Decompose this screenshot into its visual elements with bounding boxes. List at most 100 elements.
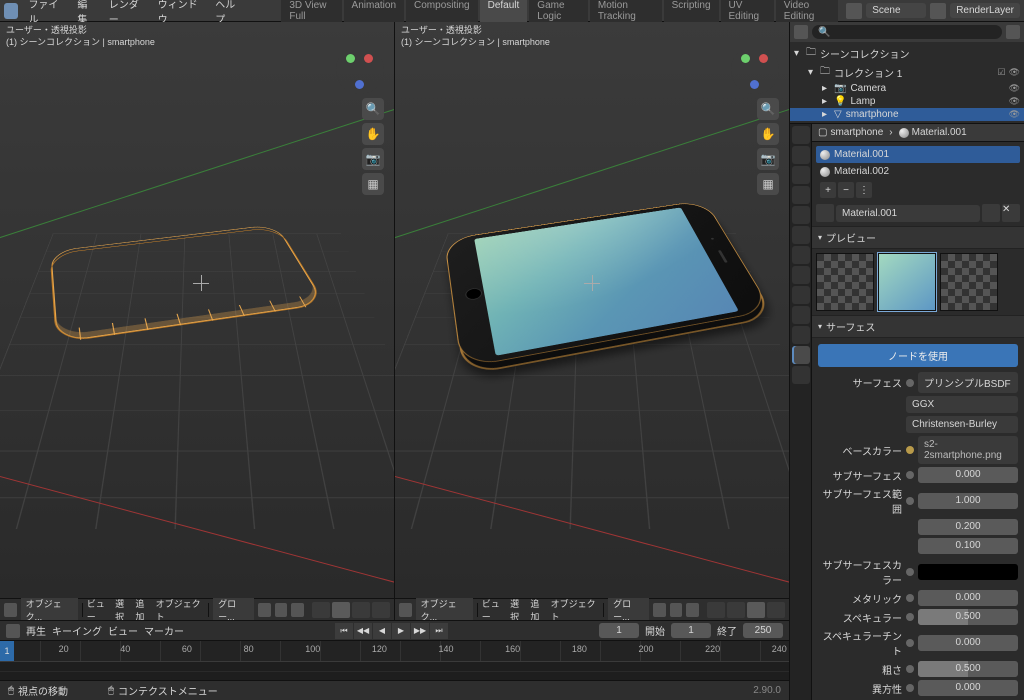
- editor-type-icon[interactable]: [4, 603, 17, 617]
- snap-icon[interactable]: [670, 603, 683, 617]
- menu-select[interactable]: 選択: [510, 597, 526, 623]
- preview-swatch[interactable]: [816, 253, 874, 311]
- shading-lookdev-icon[interactable]: [747, 602, 765, 618]
- ws-compositing[interactable]: Compositing: [406, 0, 478, 25]
- next-key-icon[interactable]: ▶▶: [411, 623, 429, 639]
- add-slot-button[interactable]: +: [820, 182, 836, 198]
- play-rev-icon[interactable]: ◀: [373, 623, 391, 639]
- shading-lookdev-icon[interactable]: [352, 602, 370, 618]
- pan-icon[interactable]: ✋: [362, 123, 384, 145]
- node-socket-icon[interactable]: [906, 379, 914, 387]
- tab-render[interactable]: [792, 126, 810, 144]
- tree-collection[interactable]: ▾ 🗀 コレクション 1 ☑👁: [790, 63, 1024, 82]
- camera-icon[interactable]: 📷: [362, 148, 384, 170]
- tree-item-smartphone[interactable]: ▸ ▽ smartphone 👁: [790, 108, 1024, 121]
- menu-add[interactable]: 追加: [530, 597, 546, 623]
- surface-dropdown[interactable]: プリンシプルBSDF: [918, 372, 1018, 393]
- node-socket-icon[interactable]: [906, 446, 914, 454]
- specular-slider[interactable]: 0.500: [918, 609, 1018, 625]
- remove-slot-button[interactable]: −: [838, 182, 854, 198]
- menu-keying[interactable]: キーイング: [52, 623, 102, 638]
- propedit-icon[interactable]: [686, 603, 699, 617]
- shading-wire-icon[interactable]: [707, 602, 725, 618]
- sss-color-swatch[interactable]: [918, 564, 1018, 580]
- menu-view[interactable]: ビュー: [108, 623, 138, 638]
- scene-icon[interactable]: [846, 3, 862, 19]
- basecolor-link[interactable]: s2-2smartphone.png: [918, 436, 1018, 464]
- node-socket-icon[interactable]: [906, 665, 914, 673]
- timeline-ruler[interactable]: 1 02040 6080100 120140160 180200220 240: [0, 641, 789, 661]
- tab-data[interactable]: [792, 326, 810, 344]
- tab-viewlayer[interactable]: [792, 166, 810, 184]
- snap-icon[interactable]: [275, 603, 288, 617]
- jump-end-icon[interactable]: ⏭: [430, 623, 448, 639]
- zoom-icon[interactable]: 🔍: [757, 98, 779, 120]
- editor-type-icon[interactable]: [399, 603, 412, 617]
- play-icon[interactable]: ▶: [392, 623, 410, 639]
- menu-marker[interactable]: マーカー: [144, 623, 184, 638]
- tab-object[interactable]: [792, 226, 810, 244]
- rough-slider[interactable]: 0.500: [918, 661, 1018, 677]
- playhead[interactable]: 1: [0, 641, 14, 661]
- node-socket-icon[interactable]: [906, 594, 914, 602]
- ws-animation[interactable]: Animation: [344, 0, 404, 25]
- material-slot[interactable]: Material.002: [816, 163, 1020, 180]
- pan-icon[interactable]: ✋: [757, 123, 779, 145]
- nav-gizmo[interactable]: [731, 46, 779, 94]
- ws-default[interactable]: Default: [480, 0, 528, 25]
- nav-gizmo[interactable]: [336, 46, 384, 94]
- metallic-slider[interactable]: 0.000: [918, 590, 1018, 606]
- menu-select[interactable]: 選択: [115, 597, 131, 623]
- sss-scale-slider[interactable]: 1.000: [918, 493, 1018, 509]
- node-socket-icon[interactable]: [906, 497, 914, 505]
- propedit-icon[interactable]: [291, 603, 304, 617]
- ws-motiontracking[interactable]: Motion Tracking: [590, 0, 662, 25]
- zoom-icon[interactable]: 🔍: [362, 98, 384, 120]
- material-unlink-icon[interactable]: ✕: [1002, 204, 1020, 222]
- tab-constraints[interactable]: [792, 306, 810, 324]
- tab-physics[interactable]: [792, 286, 810, 304]
- menu-add[interactable]: 追加: [135, 597, 151, 623]
- preview-swatch[interactable]: [940, 253, 998, 311]
- ortho-icon[interactable]: ▦: [362, 173, 384, 195]
- node-socket-icon[interactable]: [906, 471, 914, 479]
- node-socket-icon[interactable]: [906, 639, 914, 647]
- sss-method-dropdown[interactable]: Christensen-Burley: [906, 416, 1018, 433]
- panel-header-preview[interactable]: ▾プレビュー: [812, 227, 1024, 249]
- renderlayer-icon[interactable]: [930, 3, 946, 19]
- pivot-icon[interactable]: [653, 603, 666, 617]
- panel-header-surface[interactable]: ▾サーフェス: [812, 316, 1024, 338]
- end-frame-field[interactable]: 250: [743, 623, 783, 638]
- material-browse-icon[interactable]: [816, 204, 834, 222]
- tab-material[interactable]: [792, 346, 810, 364]
- tab-scene[interactable]: [792, 186, 810, 204]
- menu-object[interactable]: オブジェクト: [551, 597, 600, 623]
- ws-3dviewfull[interactable]: 3D View Full: [281, 0, 341, 25]
- tab-modifiers[interactable]: [792, 246, 810, 264]
- shading-solid-icon[interactable]: [332, 602, 350, 618]
- pivot-icon[interactable]: [258, 603, 271, 617]
- distribution-dropdown[interactable]: GGX: [906, 396, 1018, 413]
- tab-world[interactable]: [792, 206, 810, 224]
- tab-output[interactable]: [792, 146, 810, 164]
- ortho-icon[interactable]: ▦: [757, 173, 779, 195]
- spectint-slider[interactable]: 0.000: [918, 635, 1018, 651]
- renderlayer-field[interactable]: RenderLayer: [950, 3, 1020, 18]
- material-name-field[interactable]: Material.001: [836, 205, 980, 222]
- subsurface-slider[interactable]: 0.000: [918, 467, 1018, 483]
- ws-videoediting[interactable]: Video Editing: [776, 0, 838, 25]
- preview-swatch[interactable]: [878, 253, 936, 311]
- filter-icon[interactable]: [1006, 25, 1020, 39]
- ws-gamelogic[interactable]: Game Logic: [529, 0, 588, 25]
- viewport-right[interactable]: ユーザー・透視投影 (1) シーンコレクション | smartphone 🔍 ✋…: [395, 22, 789, 598]
- menu-playback[interactable]: 再生: [26, 623, 46, 638]
- jump-start-icon[interactable]: ⏮: [335, 623, 353, 639]
- node-socket-icon[interactable]: [906, 613, 914, 621]
- ws-scripting[interactable]: Scripting: [664, 0, 719, 25]
- node-socket-icon[interactable]: [906, 684, 914, 692]
- current-frame-field[interactable]: 1: [599, 623, 639, 638]
- slot-menu-icon[interactable]: ⋮: [856, 182, 872, 198]
- start-frame-field[interactable]: 1: [671, 623, 711, 638]
- ws-uvediting[interactable]: UV Editing: [721, 0, 774, 25]
- editor-type-icon[interactable]: [6, 624, 20, 638]
